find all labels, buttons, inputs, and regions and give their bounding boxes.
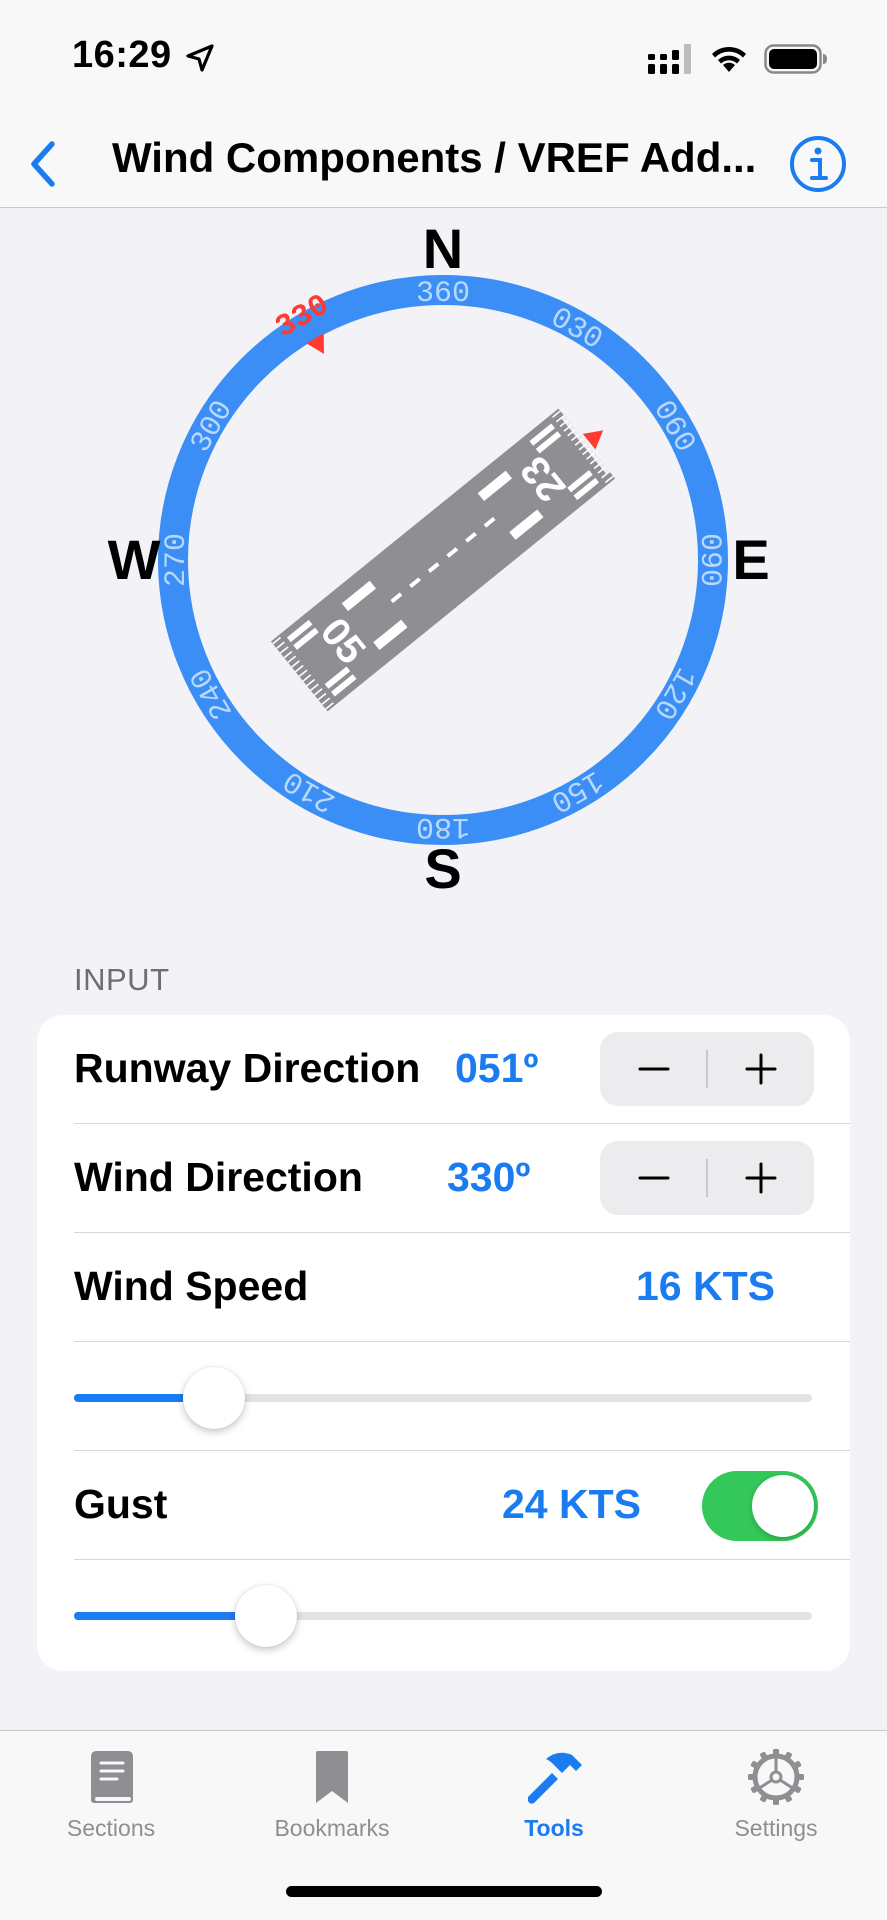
wind-speed-value: 16 KTS xyxy=(636,1263,775,1309)
gust-toggle-knob xyxy=(752,1475,814,1537)
cardinal-south: S xyxy=(424,837,461,900)
battery-icon xyxy=(764,44,827,74)
wind-direction-row: Wind Direction 330º xyxy=(37,1124,850,1233)
wind-direction-value: 330º xyxy=(447,1154,531,1200)
page-title: Wind Components / VREF Add... xyxy=(112,134,757,181)
tab-label: Sections xyxy=(66,1815,156,1841)
wind-speed-row: Wind Speed 16 KTS xyxy=(37,1233,850,1342)
gust-label: Gust xyxy=(74,1481,168,1527)
tab-label: Settings xyxy=(734,1815,818,1841)
runway-direction-row: Runway Direction 051º xyxy=(37,1015,850,1124)
minus-icon xyxy=(638,1176,669,1180)
wind-direction-decrement-button[interactable] xyxy=(600,1141,707,1215)
cardinal-west: W xyxy=(108,528,161,591)
gust-row: Gust 24 KTS xyxy=(37,1451,850,1560)
input-card: Runway Direction 051º Wind Direction 330… xyxy=(37,1015,850,1671)
gust-slider-thumb[interactable] xyxy=(234,1585,297,1647)
wind-compass: 360030060090120150180210240270300 N S W … xyxy=(108,217,770,900)
runway-direction-stepper xyxy=(600,1032,814,1106)
plus-icon xyxy=(745,1162,776,1194)
wind-speed-slider-thumb[interactable] xyxy=(183,1367,246,1429)
wind-direction-label: Wind Direction xyxy=(74,1154,363,1200)
hammer-icon xyxy=(528,1752,582,1804)
gear-icon xyxy=(748,1749,804,1805)
location-arrow-icon xyxy=(186,44,214,72)
navigation-bar: Wind Components / VREF Add... xyxy=(0,120,887,208)
heading-label: 270 xyxy=(160,533,194,587)
wifi-icon xyxy=(712,46,746,72)
tab-settings[interactable]: Settings xyxy=(676,1745,876,1855)
book-icon xyxy=(91,1751,133,1803)
gust-toggle[interactable] xyxy=(702,1471,818,1541)
cardinal-north: N xyxy=(423,217,463,280)
plus-icon xyxy=(745,1053,776,1085)
info-circle-icon[interactable] xyxy=(788,134,848,194)
gust-value: 24 KTS xyxy=(502,1481,641,1527)
wind-direction-stepper xyxy=(600,1141,814,1215)
gust-slider-row xyxy=(37,1560,850,1669)
runway-direction-label: Runway Direction xyxy=(74,1045,421,1091)
tab-bookmarks[interactable]: Bookmarks xyxy=(232,1745,432,1855)
runway-direction-decrement-button[interactable] xyxy=(600,1032,707,1106)
tab-tools[interactable]: Tools xyxy=(454,1745,654,1855)
cellular-signal-icon xyxy=(648,44,691,74)
home-indicator xyxy=(286,1886,602,1897)
runway-direction-value: 051º xyxy=(455,1045,539,1091)
chevron-left-icon[interactable] xyxy=(14,130,74,198)
bookmark-icon xyxy=(316,1751,348,1803)
runway-diagram: 23 05 xyxy=(270,408,616,712)
heading-label: 090 xyxy=(692,533,726,587)
wind-speed-label: Wind Speed xyxy=(74,1263,309,1309)
minus-icon xyxy=(638,1067,669,1071)
wind-direction-increment-button[interactable] xyxy=(707,1141,814,1215)
input-section-header: INPUT xyxy=(74,962,170,997)
status-time: 16:29 xyxy=(72,34,172,76)
cardinal-east: E xyxy=(732,528,769,591)
tab-label: Tools xyxy=(524,1815,584,1841)
tab-label: Bookmarks xyxy=(274,1815,390,1841)
status-bar: 16:29 xyxy=(0,0,887,120)
heading-label: 360 xyxy=(416,277,470,311)
runway-direction-increment-button[interactable] xyxy=(707,1032,814,1106)
wind-speed-slider-row xyxy=(37,1342,850,1451)
tab-sections[interactable]: Sections xyxy=(11,1745,211,1855)
wind-speed-slider[interactable] xyxy=(74,1367,812,1429)
gust-slider[interactable] xyxy=(74,1585,812,1647)
